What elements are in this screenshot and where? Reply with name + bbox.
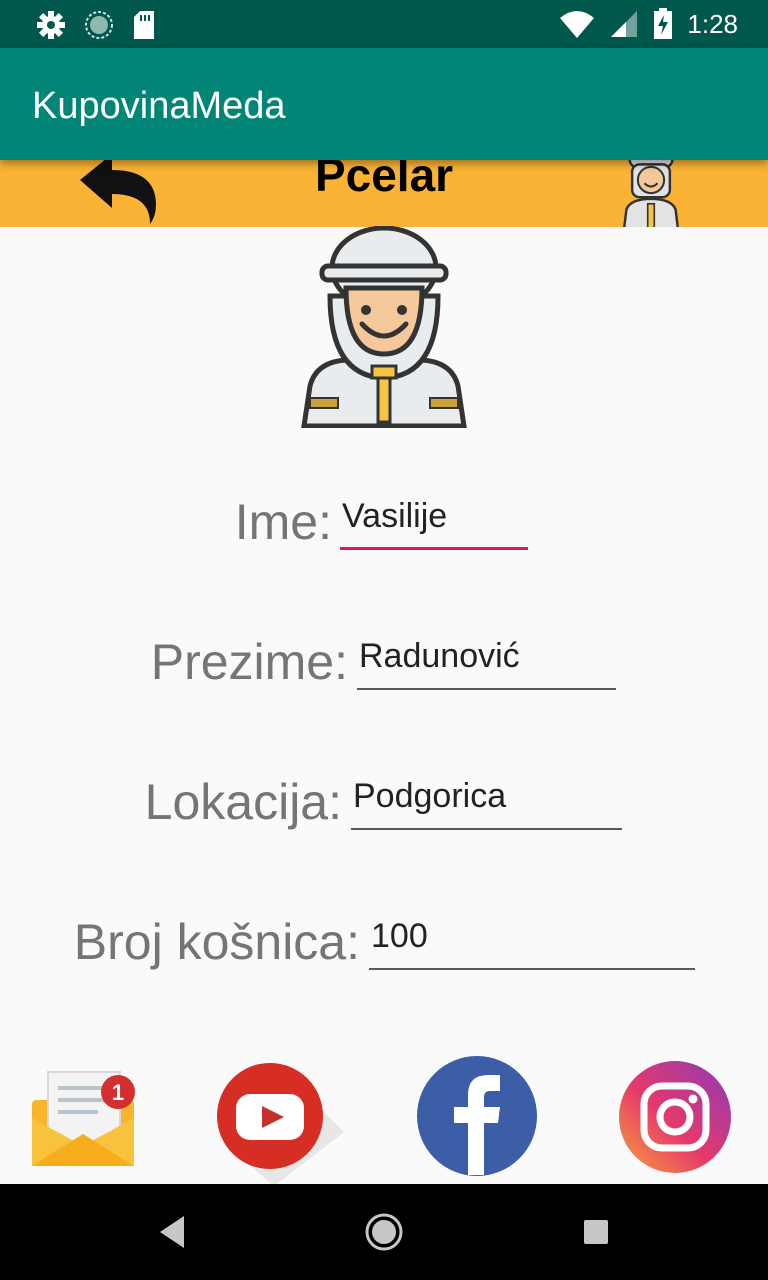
ime-input[interactable]: Vasilije: [340, 494, 528, 550]
status-right-icons: 1:28: [559, 8, 738, 40]
app-title: KupovinaMeda: [32, 85, 286, 127]
signal-icon: [611, 11, 638, 37]
broj-kosnica-input[interactable]: 100: [369, 914, 695, 970]
status-time: 1:28: [687, 9, 738, 39]
home-circle-icon[interactable]: [364, 1212, 404, 1252]
form-row-lokacija: Lokacija: Podgorica: [0, 772, 768, 852]
battery-charging-icon: [654, 8, 673, 39]
back-arrow-icon[interactable]: [76, 160, 166, 225]
wifi-icon: [560, 11, 595, 38]
youtube-icon[interactable]: [214, 1062, 344, 1186]
broj-kosnica-label: Broj košnica:: [73, 914, 360, 970]
form-row-broj-kosnica: Broj košnica: 100: [0, 912, 768, 992]
form-row-prezime: Prezime: Radunović: [0, 632, 768, 712]
lokacija-label: Lokacija:: [144, 774, 342, 830]
app-bar: KupovinaMeda: [0, 48, 768, 160]
email-icon[interactable]: 1: [30, 1066, 138, 1170]
header-strip: Pcelar: [0, 160, 768, 227]
email-badge: 1: [112, 1080, 124, 1105]
instagram-icon[interactable]: [618, 1058, 732, 1176]
sync-icon: [85, 11, 113, 39]
beekeeper-icon[interactable]: [608, 160, 694, 227]
back-triangle-icon[interactable]: [156, 1214, 188, 1250]
prezime-input[interactable]: Radunović: [357, 634, 616, 690]
recents-square-icon[interactable]: [582, 1218, 610, 1246]
navigation-bar: [0, 1184, 768, 1280]
status-left-icons: [36, 10, 156, 40]
form-row-ime: Ime: Vasilije: [0, 492, 768, 572]
facebook-icon[interactable]: [416, 1055, 538, 1177]
beekeeper-avatar-icon: [301, 226, 467, 428]
sd-card-icon: [134, 11, 154, 39]
status-bar: 1:28: [0, 0, 768, 48]
lokacija-input[interactable]: Podgorica: [351, 774, 622, 830]
settings-icon: [37, 11, 65, 39]
ime-label: Ime:: [234, 494, 332, 550]
prezime-label: Prezime:: [150, 634, 348, 690]
